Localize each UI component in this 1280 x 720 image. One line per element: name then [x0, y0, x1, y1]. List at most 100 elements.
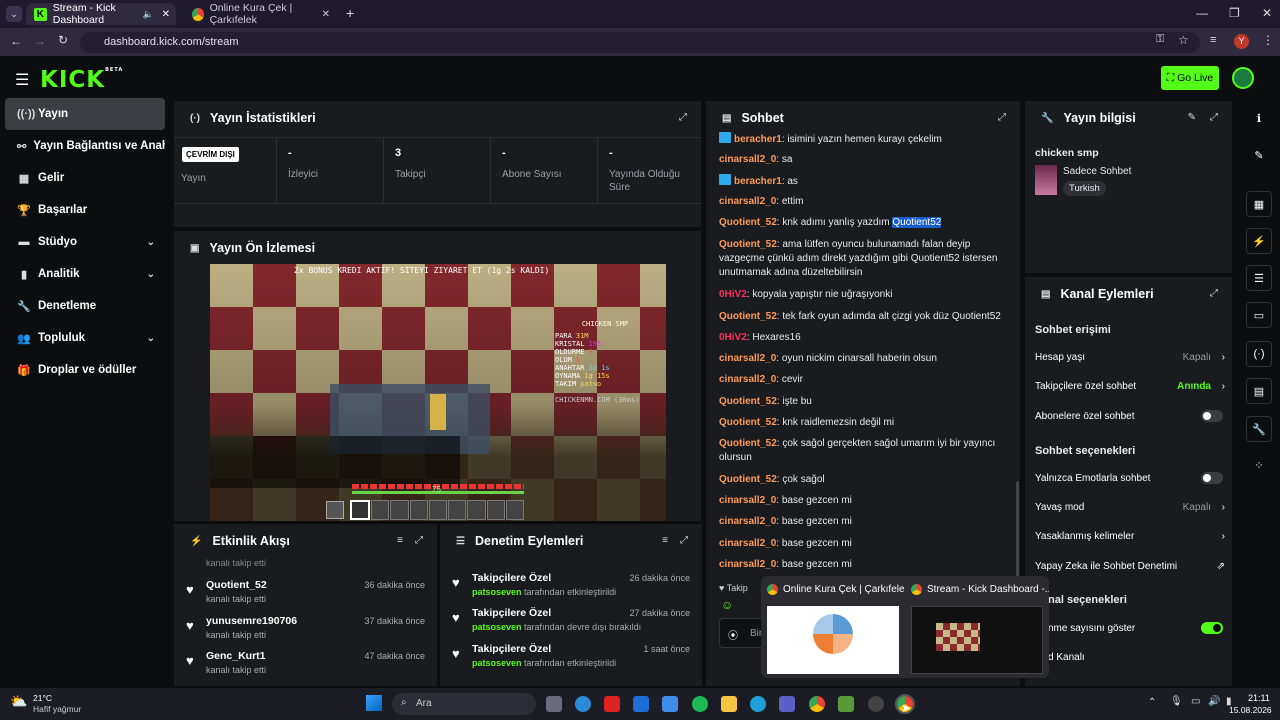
url-field[interactable]: dashboard.kick.com/stream [80, 32, 1200, 53]
sidebar-item-analitik[interactable]: ▮ Analitik ⌄ [5, 258, 165, 290]
chat-message[interactable]: 0HiV2: kopyala yapıştır nie uğraşıyonki [719, 288, 1009, 302]
tab-close-icon[interactable]: ✕ [322, 9, 330, 20]
tab-close-icon[interactable]: ✕ [162, 9, 170, 20]
emote-only-toggle[interactable] [1201, 472, 1223, 484]
setting-banned-words[interactable]: Yasaklanmış kelimeler › [1035, 531, 1225, 542]
chat-message[interactable]: cinarsall2_0: ettim [719, 195, 1009, 209]
stats-rail-icon[interactable]: ▦ [1246, 191, 1272, 217]
chat-username[interactable]: Quotient_52 [719, 438, 777, 449]
info-icon[interactable]: ℹ [1246, 105, 1272, 131]
bookmark-star-icon[interactable]: ☆ [1178, 33, 1189, 47]
store-icon[interactable] [662, 696, 678, 712]
chat-message[interactable]: Quotient_52: ama lütfen oyuncu bulunamad… [719, 238, 1009, 280]
chat-username[interactable]: cinarsall2_0 [719, 516, 776, 527]
chat-username[interactable]: cinarsall2_0 [719, 559, 776, 570]
chat-username[interactable]: 0HiV2 [719, 289, 747, 300]
browser-menu-icon[interactable]: ⋮ [1262, 33, 1274, 47]
edit-pencil-icon[interactable]: ✎ [1188, 112, 1196, 123]
chat-username[interactable]: 0HiV2 [719, 332, 747, 343]
chat-message[interactable]: Quotient_52: çok sağol [719, 473, 1009, 487]
broadcast-rail-icon[interactable]: (·) [1246, 341, 1272, 367]
lightning-rail-icon[interactable]: ⚡ [1246, 228, 1272, 254]
speaker-icon[interactable]: 🔈 [143, 9, 154, 20]
chat-username[interactable]: Quotient_52 [719, 474, 777, 485]
tray-chevron-icon[interactable]: ⌃ [1148, 697, 1156, 708]
popout-icon[interactable]: ⤢ [1210, 288, 1218, 299]
sidebar-item-gelir[interactable]: ▦ Gelir [5, 162, 165, 194]
tab-kick-dashboard[interactable]: K Stream - Kick Dashboard 🔈 ✕ [26, 2, 176, 26]
maximize-icon[interactable]: ❐ [1229, 6, 1240, 20]
chat-message[interactable]: cinarsall2_0: base gezcen mi [719, 515, 1009, 529]
wrench-rail-icon[interactable]: 🔧 [1246, 416, 1272, 442]
sidebar-item-denetleme[interactable]: 🔧 Denetleme [5, 290, 165, 322]
list-item[interactable]: ♥ yunusemre190706 kanalı takip etti 37 daki… [174, 612, 437, 648]
windows-start-icon[interactable] [366, 695, 382, 711]
setting-slow-mode[interactable]: Yavaş mod Kapalı › [1035, 502, 1225, 513]
edit-icon[interactable]: ✎ [1246, 142, 1272, 168]
teams-icon[interactable] [779, 696, 795, 712]
chat-message[interactable]: cinarsall2_0: base gezcen mi [719, 558, 1009, 572]
chat-message[interactable]: beracher1: as [719, 174, 1009, 189]
obs-icon[interactable] [868, 696, 884, 712]
popout-icon[interactable]: ⤢ [998, 112, 1006, 123]
chat-username[interactable]: beracher1 [734, 176, 782, 187]
chat-username[interactable]: Quotient_52 [719, 417, 777, 428]
chat-username[interactable]: Quotient_52 [719, 396, 777, 407]
chat-username[interactable]: cinarsall2_0 [719, 374, 776, 385]
subscribers-only-toggle[interactable] [1201, 410, 1223, 422]
chat-message[interactable]: cinarsall2_0: oyun nickim cinarsall habe… [719, 352, 1009, 366]
chat-username[interactable]: cinarsall2_0 [719, 154, 776, 165]
chat-username[interactable]: Quotient_52 [719, 217, 777, 228]
chat-message[interactable]: cinarsall2_0: base gezcen mi [719, 494, 1009, 508]
sidebar-item-stream-key[interactable]: ⚯ Yayın Bağlantısı ve Anahtar [5, 130, 165, 162]
chat-username[interactable]: Quotient_52 [719, 239, 777, 250]
chat-message[interactable]: cinarsall2_0: cevir [719, 373, 1009, 387]
hamburger-menu-icon[interactable]: ☰ [15, 70, 29, 90]
popout-icon[interactable]: ⤢ [679, 112, 687, 123]
clock-time[interactable]: 21:11 [1248, 693, 1270, 703]
sidebar-item-yayin[interactable]: ((·)) Yayın [5, 98, 165, 130]
edge-icon[interactable] [750, 696, 766, 712]
clock-date[interactable]: 15.08.2026 [1229, 705, 1272, 715]
sidebar-item-basarilar[interactable]: 🏆 Başarılar [5, 194, 165, 226]
setting-hesap-yasi[interactable]: Hesap yaşı Kapalı › [1035, 352, 1225, 363]
chat-message[interactable]: Quotient_52: işte bu [719, 395, 1009, 409]
password-key-icon[interactable]: ⚿ [1156, 33, 1164, 46]
setting-ai-moderation[interactable]: Yapay Zeka ile Sohbet Denetimi ⇗ [1035, 561, 1225, 572]
emote-icon[interactable]: ☺ [721, 598, 733, 612]
popout-icon[interactable]: ⤢ [415, 535, 423, 546]
network-icon[interactable]: ▭ [1191, 696, 1200, 707]
sidebar-item-studyo[interactable]: ▬ Stüdyo ⌄ [5, 226, 165, 258]
chat-message[interactable]: Quotient_52: tek fark oyun adımda alt çi… [719, 310, 1009, 324]
chat-username[interactable]: Quotient_52 [719, 311, 777, 322]
tab-search-icon[interactable]: ⌄ [6, 6, 22, 22]
mail-app-icon[interactable] [633, 696, 649, 712]
chrome-taskbar-icon[interactable] [809, 696, 825, 712]
user-avatar[interactable] [1232, 67, 1254, 89]
reload-icon[interactable]: ↻ [58, 33, 68, 47]
list-rail-icon[interactable]: ☰ [1246, 265, 1272, 291]
chat-scrollbar[interactable] [1016, 481, 1019, 591]
setting-emote-only[interactable]: Yalnızca Emotlarla sohbet [1035, 472, 1225, 484]
taskbar-search[interactable]: ⌕ Ara [392, 693, 536, 715]
popout-icon[interactable]: ⤢ [680, 535, 688, 546]
chat-message[interactable]: Quotient_52: çok sağol gerçekten sağol u… [719, 437, 1009, 465]
setting-subscribers-only[interactable]: Abonelere özel sohbet [1035, 410, 1225, 422]
thumbnail-dashboard[interactable] [911, 606, 1043, 674]
thumbnail-wheel-page[interactable] [767, 606, 899, 674]
chat-username[interactable]: cinarsall2_0 [719, 353, 776, 364]
more-widgets-icon[interactable]: ⁘ [1246, 452, 1272, 478]
list-item[interactable]: ♥ Quotient_52 kanalı takip etti 36 dakika ö… [174, 576, 437, 612]
setting-show-count[interactable]: nme sayısını göster [1048, 622, 1225, 634]
category-name[interactable]: Sadece Sohbet [1063, 166, 1131, 177]
chat-message[interactable]: cinarsall2_0: base gezcen mi [719, 537, 1009, 551]
tab-online-kura[interactable]: Online Kura Çek | Çarkıfelek ✕ [184, 2, 336, 26]
filter-icon[interactable]: ≡ [397, 535, 403, 546]
chat-username[interactable]: cinarsall2_0 [719, 196, 776, 207]
kick-logo[interactable]: KICKBETA [40, 67, 123, 93]
file-explorer-icon[interactable] [721, 696, 737, 712]
minecraft-icon[interactable] [838, 696, 854, 712]
chat-message[interactable]: cinarsall2_0: sa [719, 153, 1009, 167]
filter-icon[interactable]: ≡ [662, 535, 668, 546]
list-item[interactable]: ♥ Takipçilere Özel patsoseven tarafından e… [440, 569, 702, 605]
